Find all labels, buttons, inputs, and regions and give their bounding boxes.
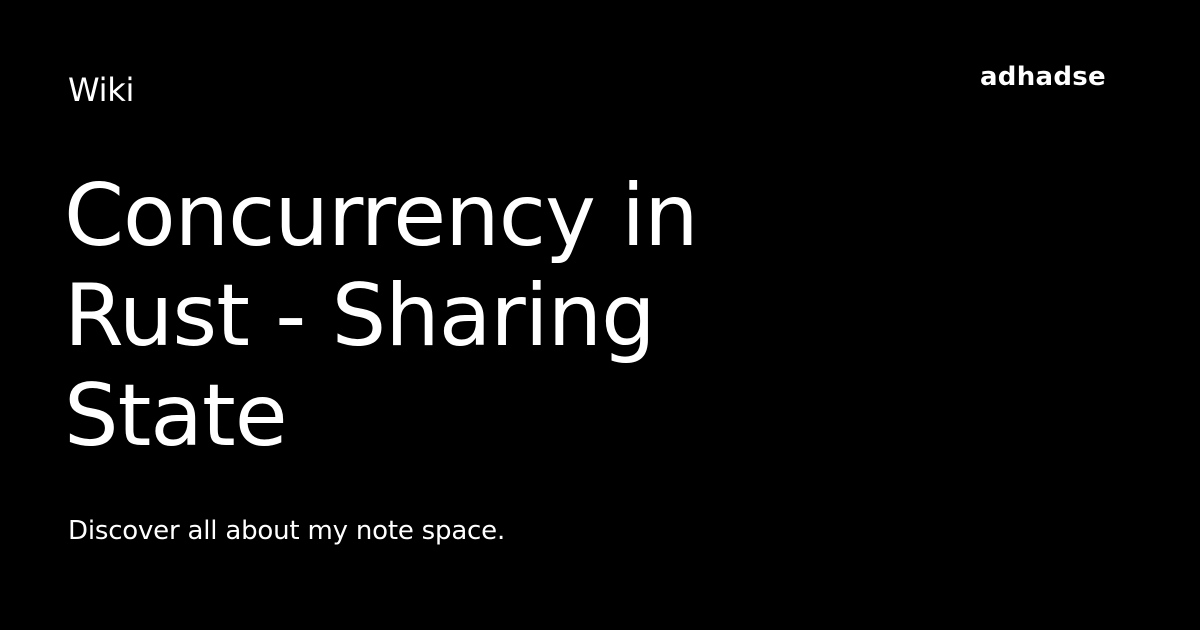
page-subtitle: Discover all about my note space. — [68, 516, 506, 546]
page-title: Concurrency in Rust - Sharing State — [64, 166, 699, 466]
section-label: Wiki — [68, 71, 135, 109]
brand-name: adhadse — [979, 62, 1106, 92]
